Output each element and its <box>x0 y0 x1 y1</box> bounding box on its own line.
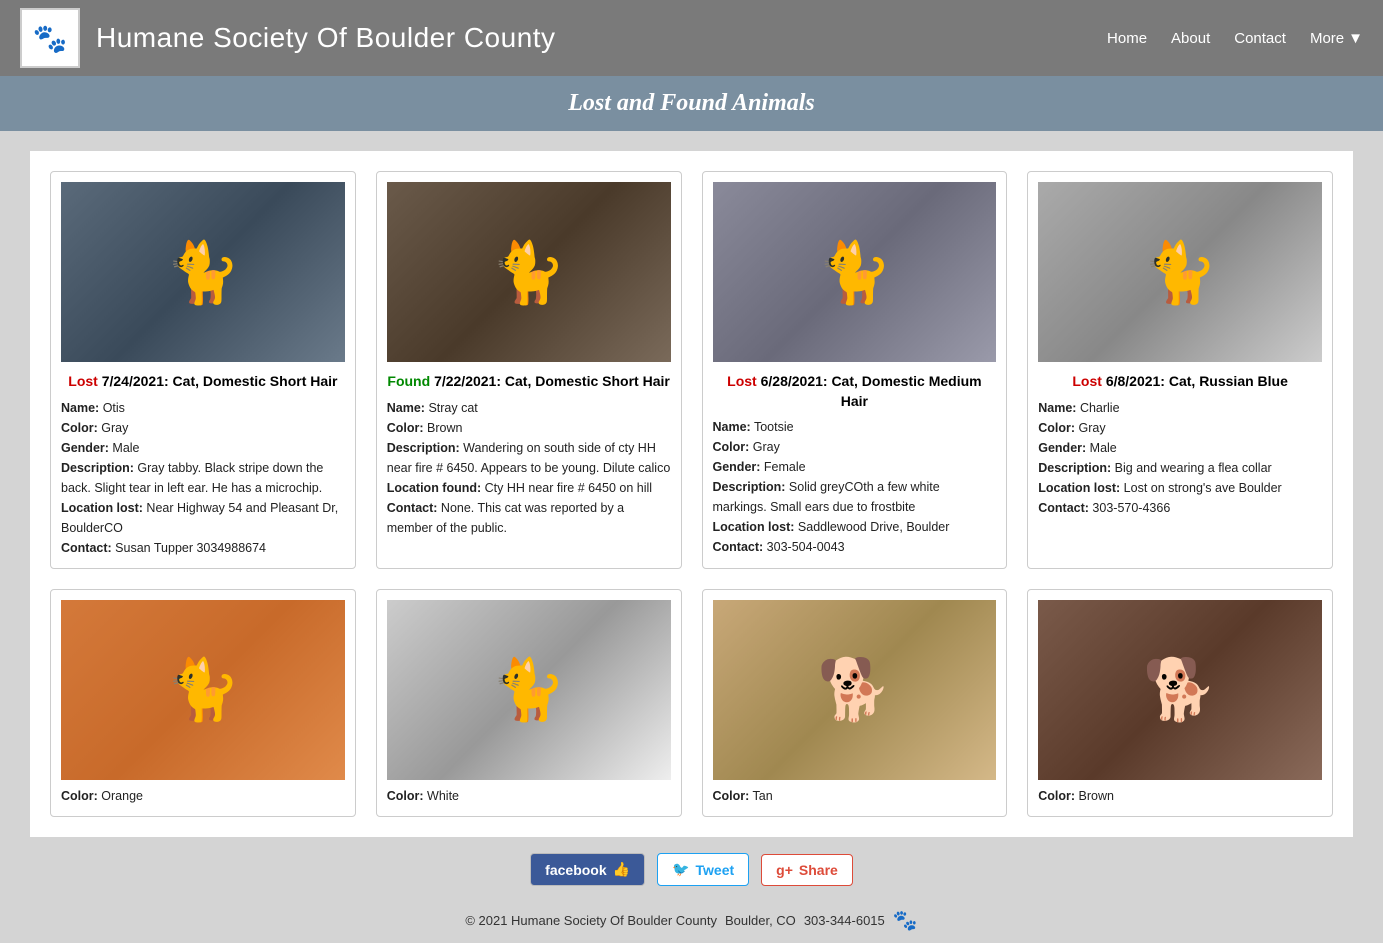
animal-image-5: 🐈 <box>61 600 345 780</box>
main-content: 🐈 Lost 7/24/2021: Cat, Domestic Short Hai… <box>0 131 1383 841</box>
footer-social: facebook 👍 🐦 Tweet g+ Share <box>0 841 1383 898</box>
card-details-8: Color: Brown <box>1038 786 1322 806</box>
animal-card-8: 🐕 Color: Brown <box>1027 589 1333 817</box>
card-title-3: Lost 6/28/2021: Cat, Domestic Medium Hai… <box>713 372 997 411</box>
card-title-2: Found 7/22/2021: Cat, Domestic Short Hai… <box>387 372 671 392</box>
animal-card-1: 🐈 Lost 7/24/2021: Cat, Domestic Short Hai… <box>50 171 356 569</box>
facebook-label: facebook <box>545 862 606 878</box>
card-details-2: Name: Stray catColor: BrownDescription: … <box>387 398 671 538</box>
animal-card-2: 🐈 Found 7/22/2021: Cat, Domestic Short Ha… <box>376 171 682 569</box>
page-title: Lost and Found Animals <box>14 90 1369 117</box>
gplus-label: Share <box>799 862 838 878</box>
tweet-button[interactable]: 🐦 Tweet <box>657 853 749 886</box>
animal-image-1: 🐈 <box>61 182 345 362</box>
animal-image-4: 🐈 <box>1038 182 1322 362</box>
cards-grid: 🐈 Lost 7/24/2021: Cat, Domestic Short Hai… <box>30 151 1353 837</box>
footer-city: Boulder, CO <box>725 913 796 928</box>
animal-card-5: 🐈 Color: Orange <box>50 589 356 817</box>
site-title: Humane Society Of Boulder County <box>96 22 556 54</box>
footer-phone: 303-344-6015 <box>804 913 885 928</box>
animal-card-6: 🐈 Color: White <box>376 589 682 817</box>
card-title-4: Lost 6/8/2021: Cat, Russian Blue <box>1038 372 1322 392</box>
copyright: © 2021 Humane Society Of Boulder County <box>465 913 717 928</box>
animal-card-7: 🐕 Color: Tan <box>702 589 1008 817</box>
card-details-5: Color: Orange <box>61 786 345 806</box>
twitter-bird-icon: 🐦 <box>672 861 689 878</box>
paw-icon: 🐾 <box>893 908 918 933</box>
animal-image-6: 🐈 <box>387 600 671 780</box>
facebook-button[interactable]: facebook 👍 <box>530 853 645 886</box>
nav-contact[interactable]: Contact <box>1234 30 1286 47</box>
chevron-down-icon: ▼ <box>1348 30 1363 47</box>
tweet-label: Tweet <box>696 862 735 878</box>
facebook-thumb-icon: 👍 <box>613 861 630 878</box>
card-details-7: Color: Tan <box>713 786 997 806</box>
card-details-6: Color: White <box>387 786 671 806</box>
gplus-button[interactable]: g+ Share <box>761 854 853 886</box>
gplus-icon: g+ <box>776 862 793 878</box>
animal-image-2: 🐈 <box>387 182 671 362</box>
logo: 🐾 <box>20 8 80 68</box>
animal-card-3: 🐈 Lost 6/28/2021: Cat, Domestic Medium Ha… <box>702 171 1008 569</box>
nav-more[interactable]: More ▼ <box>1310 30 1363 47</box>
card-details-3: Name: TootsieColor: GrayGender: FemaleDe… <box>713 417 997 557</box>
nav-about[interactable]: About <box>1171 30 1210 47</box>
header: 🐾 Humane Society Of Boulder County Home … <box>0 0 1383 76</box>
animal-image-8: 🐕 <box>1038 600 1322 780</box>
scroll-area[interactable]: 🐈 Lost 7/24/2021: Cat, Domestic Short Hai… <box>0 131 1383 841</box>
card-details-4: Name: CharlieColor: GrayGender: MaleDesc… <box>1038 398 1322 518</box>
main-nav: Home About Contact More ▼ <box>1107 30 1363 47</box>
animal-image-7: 🐕 <box>713 600 997 780</box>
animal-image-3: 🐈 <box>713 182 997 362</box>
footer-bottom: © 2021 Humane Society Of Boulder County … <box>0 898 1383 943</box>
logo-icon: 🐾 <box>33 22 68 55</box>
card-title-1: Lost 7/24/2021: Cat, Domestic Short Hair <box>61 372 345 392</box>
animal-card-4: 🐈 Lost 6/8/2021: Cat, Russian Blue Name: C… <box>1027 171 1333 569</box>
card-details-1: Name: OtisColor: GrayGender: MaleDescrip… <box>61 398 345 558</box>
header-left: 🐾 Humane Society Of Boulder County <box>20 8 556 68</box>
subtitle-bar: Lost and Found Animals <box>0 76 1383 131</box>
nav-home[interactable]: Home <box>1107 30 1147 47</box>
